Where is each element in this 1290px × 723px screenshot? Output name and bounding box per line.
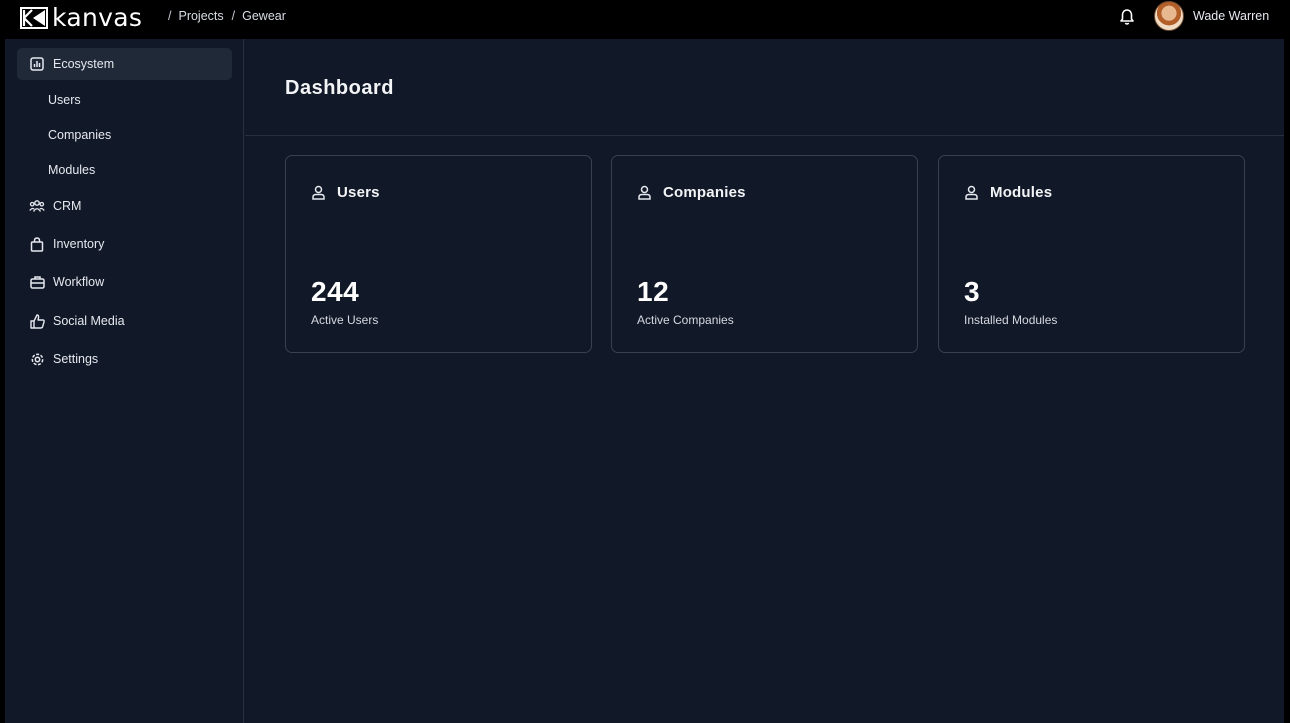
user-name[interactable]: Wade Warren bbox=[1193, 9, 1269, 23]
sidebar-item-label: Settings bbox=[53, 352, 99, 366]
sidebar-item-label: Workflow bbox=[53, 275, 105, 289]
logo-text: kanvas bbox=[52, 3, 143, 32]
main-content: Dashboard Users 244 Active Users Compani… bbox=[245, 39, 1284, 723]
gear-icon bbox=[29, 351, 45, 367]
app-shell: Ecosystem Users Companies Modules CRM In… bbox=[5, 39, 1284, 723]
card-label: Active Users bbox=[311, 313, 379, 327]
sidebar-item-label: Inventory bbox=[53, 237, 105, 251]
thumbs-up-icon bbox=[29, 313, 45, 329]
sidebar-item-workflow[interactable]: Workflow bbox=[17, 266, 232, 298]
top-bar: kanvas / Projects / Gewear Wade Warren bbox=[0, 0, 1290, 39]
stat-card-companies[interactable]: Companies 12 Active Companies bbox=[611, 155, 918, 353]
kanvas-logo[interactable]: kanvas bbox=[20, 5, 142, 30]
sidebar-item-label: CRM bbox=[53, 199, 82, 213]
breadcrumb-projects[interactable]: Projects bbox=[178, 9, 223, 23]
sidebar-item-crm[interactable]: CRM bbox=[17, 190, 232, 222]
sidebar-item-ecosystem[interactable]: Ecosystem bbox=[17, 48, 232, 80]
briefcase-icon bbox=[29, 274, 45, 290]
kanvas-logo-icon bbox=[20, 6, 48, 29]
page-header: Dashboard bbox=[245, 39, 1284, 136]
bell-icon[interactable] bbox=[1119, 8, 1135, 26]
stat-card-modules[interactable]: Modules 3 Installed Modules bbox=[938, 155, 1245, 353]
users-icon bbox=[638, 185, 651, 200]
sidebar: Ecosystem Users Companies Modules CRM In… bbox=[5, 39, 244, 723]
card-title: Modules bbox=[990, 184, 1053, 201]
users-group-icon bbox=[29, 198, 45, 214]
sidebar-item-label: Ecosystem bbox=[53, 57, 115, 71]
sidebar-item-settings[interactable]: Settings bbox=[17, 343, 232, 375]
users-icon bbox=[965, 185, 978, 200]
avatar[interactable] bbox=[1154, 1, 1184, 31]
sidebar-item-social-media[interactable]: Social Media bbox=[17, 305, 232, 337]
sidebar-item-inventory[interactable]: Inventory bbox=[17, 228, 232, 260]
sidebar-subitem-companies[interactable]: Companies bbox=[48, 128, 111, 142]
card-label: Active Companies bbox=[637, 313, 734, 327]
breadcrumb-gewear[interactable]: Gewear bbox=[242, 9, 286, 23]
users-icon bbox=[312, 185, 325, 200]
sidebar-item-label: Social Media bbox=[53, 314, 125, 328]
card-label: Installed Modules bbox=[964, 313, 1058, 327]
page-title: Dashboard bbox=[285, 77, 394, 99]
sidebar-subitem-users[interactable]: Users bbox=[48, 93, 81, 107]
stat-card-users[interactable]: Users 244 Active Users bbox=[285, 155, 592, 353]
card-title: Companies bbox=[663, 184, 746, 201]
bar-chart-icon bbox=[29, 56, 45, 72]
card-value: 3 bbox=[964, 276, 981, 307]
card-value: 244 bbox=[311, 276, 360, 307]
breadcrumb-separator: / bbox=[231, 9, 236, 23]
breadcrumb: / Projects / Gewear bbox=[168, 9, 294, 23]
sidebar-subitem-modules[interactable]: Modules bbox=[48, 163, 95, 177]
breadcrumb-separator: / bbox=[168, 9, 172, 23]
card-value: 12 bbox=[637, 276, 670, 307]
shopping-bag-icon bbox=[29, 236, 45, 252]
card-title: Users bbox=[337, 184, 380, 201]
